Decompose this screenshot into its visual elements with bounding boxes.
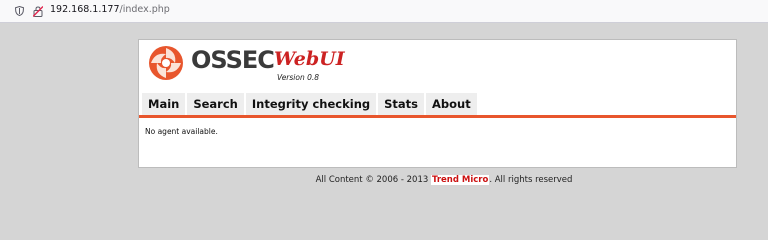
url-path: /index.php [119,4,170,15]
insecure-lock-icon[interactable] [33,6,43,17]
ossec-swirl-icon [149,46,183,80]
nav-main[interactable]: Main [142,93,186,115]
logo-version: Version 0.8 [277,73,320,82]
footer-brand-link[interactable]: Trend Micro [430,175,490,185]
footer: All Content © 2006 - 2013 Trend Micro. A… [0,175,768,185]
url-host: 192.168.1.177 [50,4,120,15]
main-nav: Main Search Integrity checking Stats Abo… [142,93,477,115]
url-text[interactable]: 192.168.1.177/index.php [50,4,170,15]
nav-integrity-checking[interactable]: Integrity checking [245,93,377,115]
footer-suffix: . All rights reserved [489,175,573,185]
main-panel: OSSEC WebUI Version 0.8 Main Search Inte… [138,39,737,168]
logo-product: WebUI [274,48,345,70]
logo-name: OSSEC [191,46,275,74]
shield-icon[interactable] [15,6,24,16]
address-bar[interactable]: 192.168.1.177/index.php [0,0,768,23]
nav-about[interactable]: About [426,93,477,115]
nav-search[interactable]: Search [187,93,244,115]
status-message: No agent available. [145,127,218,136]
ossec-logo[interactable]: OSSEC WebUI Version 0.8 [147,44,345,82]
nav-divider [139,115,736,118]
footer-prefix: All Content © 2006 - 2013 [315,175,429,185]
nav-stats[interactable]: Stats [378,93,424,115]
